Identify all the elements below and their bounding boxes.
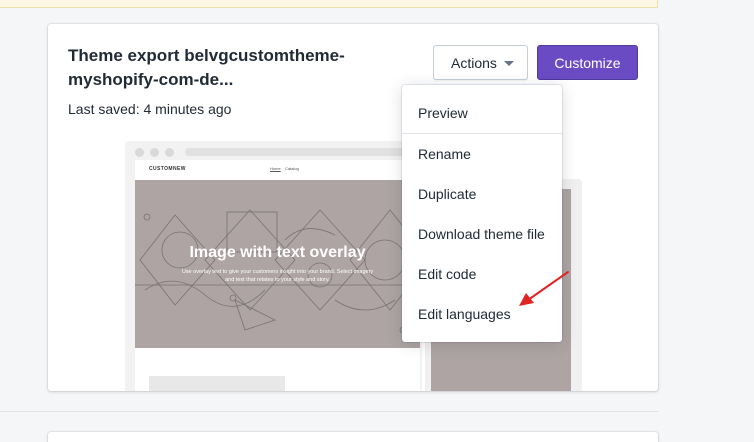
menu-item-rename[interactable]: Rename — [402, 134, 562, 174]
menu-item-preview[interactable]: Preview — [402, 93, 562, 133]
customize-button[interactable]: Customize — [537, 45, 638, 80]
menu-item-duplicate[interactable]: Duplicate — [402, 174, 562, 214]
content-placeholder-block — [149, 376, 285, 391]
hero-banner: Image with text overlay Use overlay text… — [135, 180, 420, 348]
desktop-preview-page: CUSTOMNEW Home Catalog Image with text o… — [135, 160, 420, 391]
browser-url-bar — [185, 148, 415, 156]
theme-card: Theme export belvgcustomtheme-myshopify-… — [48, 24, 658, 391]
hero-pattern-illustration — [135, 209, 420, 334]
desktop-preview-frame: CUSTOMNEW Home Catalog Image with text o… — [125, 141, 422, 391]
window-dot-icon — [135, 148, 144, 157]
site-nav-catalog: Catalog — [285, 166, 299, 171]
actions-button-label: Actions — [451, 54, 497, 71]
actions-button[interactable]: Actions — [433, 45, 528, 80]
section-divider — [0, 411, 658, 412]
chevron-down-icon — [504, 61, 514, 66]
menu-item-download-theme-file[interactable]: Download theme file — [402, 214, 562, 254]
next-theme-card — [48, 432, 658, 442]
red-arrow-icon — [519, 271, 569, 306]
theme-title: Theme export belvgcustomtheme-myshopify-… — [68, 46, 345, 89]
hero-title: Image with text overlay — [189, 244, 366, 261]
last-saved-text: Last saved: 4 minutes ago — [68, 101, 232, 117]
hero-subtitle: Use overlay text to give your customers … — [181, 269, 374, 283]
site-nav-home: Home — [270, 166, 281, 171]
notice-banner — [0, 0, 658, 8]
window-dot-icon — [165, 148, 174, 157]
window-dot-icon — [150, 148, 159, 157]
site-logo: CUSTOMNEW — [149, 166, 186, 172]
